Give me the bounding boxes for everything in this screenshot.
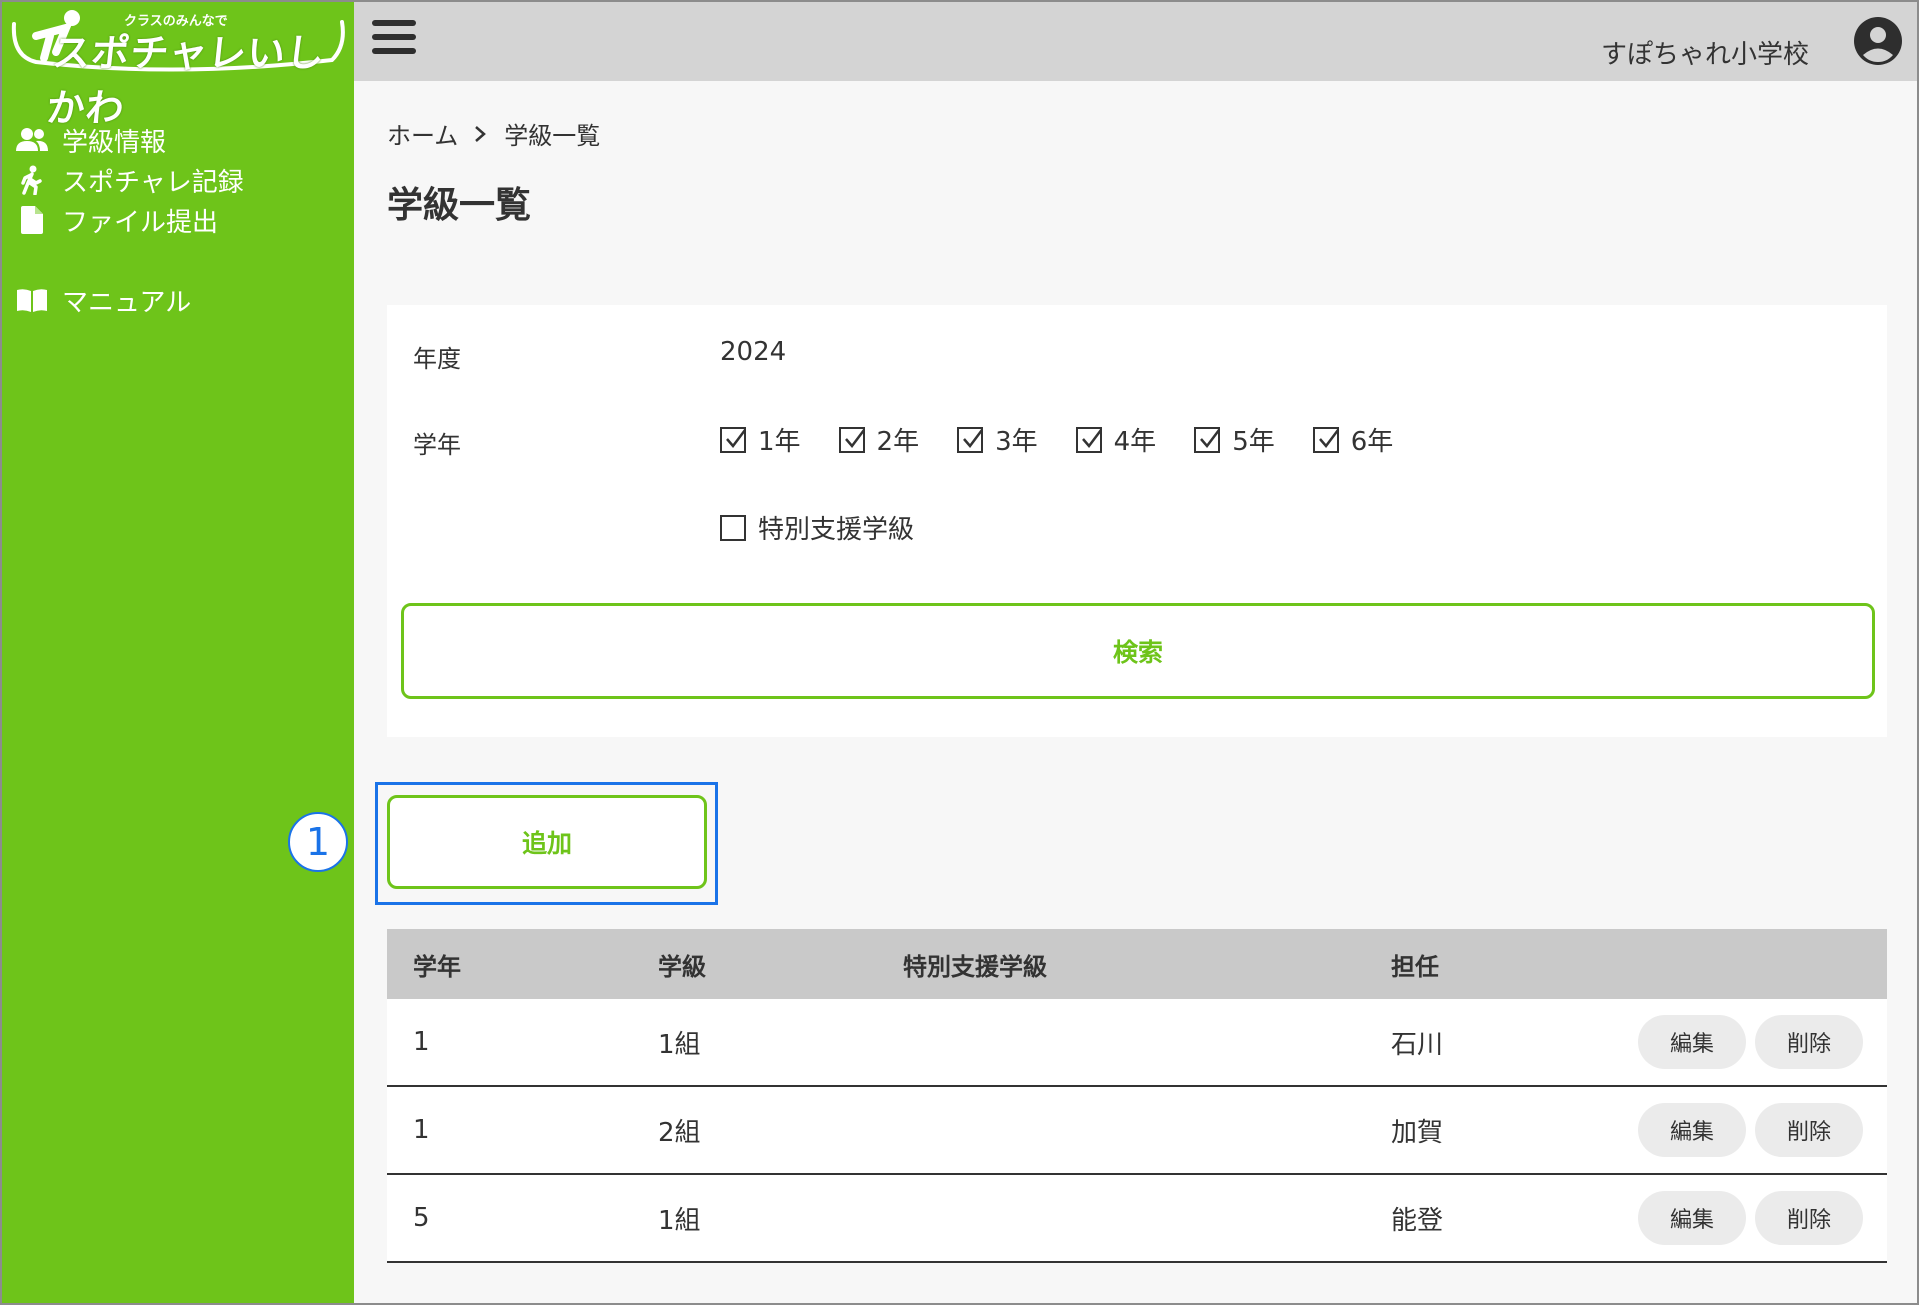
file-icon xyxy=(16,204,48,236)
sidebar-item-label: マニュアル xyxy=(62,287,192,318)
grade-label: 学年 xyxy=(413,431,461,459)
grade-checkbox-label: 6年 xyxy=(1350,427,1394,457)
year-label: 年度 xyxy=(413,345,461,373)
table-row: 1 2組 加賀 編集 削除 xyxy=(387,1087,1887,1175)
grade-checkbox-6[interactable]: 6年 xyxy=(1312,421,1394,458)
sidebar: クラスのみんなで スポチャレいしかわ 学級情報 スポチャレ記録 ファイル提出 マ… xyxy=(0,0,354,1305)
logo-name: スポチャレいしかわ xyxy=(44,31,328,130)
checkbox-checked-icon xyxy=(838,426,865,453)
search-panel: 年度 2024 学年 1年 2年 3年 4年 5年 6年 特別支援学級 検索 xyxy=(387,305,1887,737)
school-name: すぽちゃれ小学校 xyxy=(1600,40,1809,70)
sidebar-item-manual[interactable]: マニュアル xyxy=(16,280,191,320)
cell-teacher: 石川 xyxy=(1391,1029,1444,1060)
cell-grade: 5 xyxy=(413,1203,430,1233)
grade-checkbox-1[interactable]: 1年 xyxy=(720,421,801,458)
user-avatar-icon[interactable] xyxy=(1853,16,1903,66)
grade-checkbox-label: 4年 xyxy=(1113,427,1157,457)
grade-checkbox-group: 1年 2年 3年 4年 5年 6年 xyxy=(720,421,1431,458)
add-button[interactable]: 追加 xyxy=(387,795,707,889)
table-row: 1 1組 石川 編集 削除 xyxy=(387,999,1887,1087)
checkbox-checked-icon xyxy=(720,426,746,453)
edit-button[interactable]: 編集 xyxy=(1638,1191,1746,1245)
edit-button[interactable]: 編集 xyxy=(1638,1103,1746,1157)
column-header-teacher: 担任 xyxy=(1391,952,1439,981)
sidebar-item-label: 学級情報 xyxy=(62,127,167,158)
cell-teacher: 能登 xyxy=(1391,1205,1444,1236)
sidebar-manual-group: マニュアル xyxy=(16,280,191,320)
sidebar-item-file-submission[interactable]: ファイル提出 xyxy=(16,200,244,240)
sidebar-item-label: ファイル提出 xyxy=(62,207,219,238)
sidebar-nav: 学級情報 スポチャレ記録 ファイル提出 xyxy=(16,120,244,240)
breadcrumb: ホーム 学級一覧 xyxy=(387,116,600,151)
checkbox-checked-icon xyxy=(1075,426,1102,453)
checkbox-unchecked-icon xyxy=(720,514,746,541)
checkbox-checked-icon xyxy=(957,426,984,453)
cell-teacher: 加賀 xyxy=(1391,1117,1444,1148)
table-row: 5 1組 能登 編集 削除 xyxy=(387,1175,1887,1263)
edit-button[interactable]: 編集 xyxy=(1638,1015,1746,1069)
walking-person-icon xyxy=(16,164,48,196)
book-icon xyxy=(16,284,48,316)
sidebar-item-spochare-records[interactable]: スポチャレ記録 xyxy=(16,160,244,200)
delete-button[interactable]: 削除 xyxy=(1755,1103,1863,1157)
grade-checkbox-5[interactable]: 5年 xyxy=(1194,421,1275,458)
checkbox-checked-icon xyxy=(1194,426,1221,453)
checkbox-checked-icon xyxy=(1312,426,1339,453)
special-class-checkbox[interactable]: 特別支援学級 xyxy=(720,509,914,546)
cell-actions: 編集 削除 xyxy=(1615,1103,1887,1157)
special-class-checkbox-group: 特別支援学級 xyxy=(720,509,952,546)
special-class-label: 特別支援学級 xyxy=(758,515,915,545)
step-number-marker: 1 xyxy=(288,812,348,872)
cell-actions: 編集 削除 xyxy=(1615,1191,1887,1245)
sidebar-item-class-info[interactable]: 学級情報 xyxy=(16,120,244,160)
grade-checkbox-label: 2年 xyxy=(876,427,920,457)
grade-checkbox-4[interactable]: 4年 xyxy=(1075,421,1157,458)
search-button[interactable]: 検索 xyxy=(401,603,1875,699)
grade-checkbox-label: 3年 xyxy=(995,427,1038,457)
top-header: すぽちゃれ小学校 xyxy=(354,0,1919,81)
column-header-special: 特別支援学級 xyxy=(903,952,1047,981)
sidebar-item-label: スポチャレ記録 xyxy=(62,167,244,198)
cell-class: 1組 xyxy=(658,1205,701,1236)
cell-class: 1組 xyxy=(658,1029,701,1060)
delete-button[interactable]: 削除 xyxy=(1755,1015,1863,1069)
year-value[interactable]: 2024 xyxy=(720,337,786,367)
class-table: 学年 学級 特別支援学級 担任 1 1組 石川 編集 削除 1 2組 加賀 編集… xyxy=(387,929,1887,1263)
grade-checkbox-label: 1年 xyxy=(758,427,801,457)
cell-grade: 1 xyxy=(413,1027,430,1057)
column-header-grade: 学年 xyxy=(413,952,461,981)
cell-grade: 1 xyxy=(413,1115,430,1145)
table-header: 学年 学級 特別支援学級 担任 xyxy=(387,929,1887,999)
app-logo[interactable]: クラスのみんなで スポチャレいしかわ xyxy=(6,6,346,130)
column-header-class: 学級 xyxy=(658,952,706,981)
hamburger-menu-icon[interactable] xyxy=(372,20,416,60)
grade-checkbox-2[interactable]: 2年 xyxy=(838,421,920,458)
page-title: 学級一覧 xyxy=(387,185,532,226)
breadcrumb-current: 学級一覧 xyxy=(504,122,601,150)
cell-class: 2組 xyxy=(658,1117,701,1148)
breadcrumb-home-link[interactable]: ホーム xyxy=(387,116,458,151)
grade-checkbox-label: 5年 xyxy=(1232,427,1275,457)
chevron-right-icon xyxy=(474,125,487,143)
delete-button[interactable]: 削除 xyxy=(1755,1191,1863,1245)
grade-checkbox-3[interactable]: 3年 xyxy=(957,421,1038,458)
cell-actions: 編集 削除 xyxy=(1615,1015,1887,1069)
users-icon xyxy=(16,124,48,156)
